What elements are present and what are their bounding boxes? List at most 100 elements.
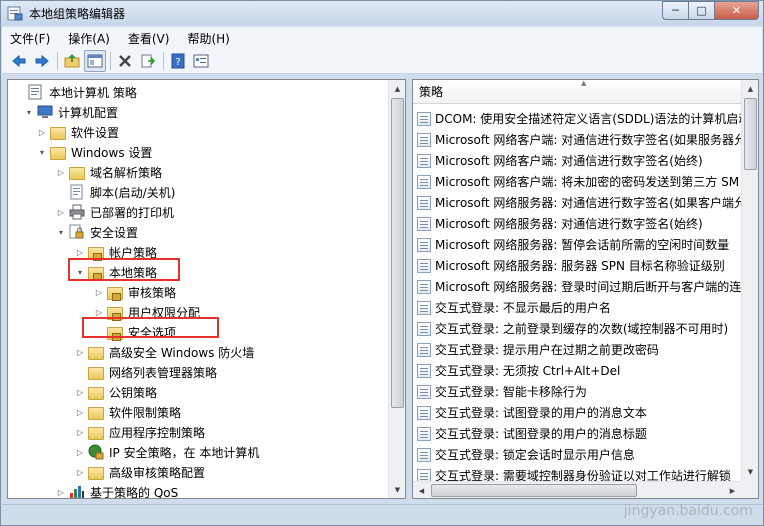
console-tree-pane[interactable]: 本地计算机 策略 ▾ 计算机配置 ▷ 软件设置 ▾ Windows 设置 ▷ 域名解析策略 脚本(…	[7, 79, 406, 499]
column-header-policy[interactable]: ▲ 策略	[413, 80, 743, 104]
close-button[interactable]: ✕	[715, 1, 759, 20]
policy-setting-icon	[417, 300, 431, 315]
computer-policy-icon	[28, 84, 42, 100]
toolbar-separator	[57, 52, 58, 70]
tree-scroll-thumb[interactable]	[391, 98, 404, 408]
show-hide-tree-button[interactable]	[84, 50, 106, 72]
policy-list-item[interactable]: Microsoft 网络服务器: 对通信进行数字签名(如果客户端允	[417, 192, 746, 213]
menu-view[interactable]: 查看(V)	[128, 30, 170, 47]
tree-item[interactable]: ▷ 公钥策略	[74, 382, 157, 402]
folder-icon	[88, 406, 104, 420]
help-icon: ?	[171, 53, 185, 69]
up-one-level-button[interactable]	[61, 50, 83, 72]
policy-list-item[interactable]: Microsoft 网络客户端: 将未加密的密码发送到第三方 SM	[417, 171, 739, 192]
forward-arrow-icon	[35, 54, 49, 68]
tree-item[interactable]: ▷ 高级安全 Windows 防火墙	[74, 342, 254, 362]
collapse-triangle-icon[interactable]: ▾	[36, 146, 48, 158]
properties-button[interactable]	[190, 50, 212, 72]
tree-item[interactable]: ▷ 软件限制策略	[74, 402, 181, 422]
folder-icon	[88, 346, 104, 360]
policy-name: Microsoft 网络服务器: 暂停会话前所需的空闲时间数量	[435, 238, 730, 252]
policy-list-item[interactable]: 交互式登录: 之前登录到缓存的次数(域控制器不可用时)	[417, 318, 728, 339]
policy-list-item[interactable]: Microsoft 网络服务器: 对通信进行数字签名(始终)	[417, 213, 703, 234]
expand-triangle-icon[interactable]: ▷	[55, 206, 67, 218]
policy-setting-icon	[417, 216, 431, 231]
policy-list-item[interactable]: DCOM: 使用安全描述符定义语言(SDDL)语法的计算机启动	[417, 108, 750, 129]
tree-item-label: 审核策略	[128, 285, 177, 300]
policy-list-item[interactable]: Microsoft 网络服务器: 暂停会话前所需的空闲时间数量	[417, 234, 729, 255]
expand-triangle-icon[interactable]: ▷	[55, 486, 67, 498]
menu-file[interactable]: 文件(F)	[10, 30, 50, 47]
policy-list-item[interactable]: Microsoft 网络服务器: 服务器 SPN 目标名称验证级别	[417, 255, 725, 276]
scroll-left-icon[interactable]: ◀	[413, 482, 430, 498]
details-list-pane[interactable]: ▲ 策略 DCOM: 使用安全描述符定义语言(SDDL)语法的计算机启动 Micr…	[412, 79, 759, 499]
expand-triangle-icon[interactable]: ▷	[55, 166, 67, 178]
folder-icon	[50, 146, 66, 160]
tree-item[interactable]: ▷ 高级审核策略配置	[74, 462, 205, 482]
policy-name: 交互式登录: 智能卡移除行为	[435, 385, 587, 399]
tree-vertical-scrollbar[interactable]: ▲ ▼	[388, 80, 405, 498]
forward-button[interactable]	[31, 50, 53, 72]
scroll-right-icon[interactable]: ▶	[724, 482, 741, 498]
delete-button[interactable]	[114, 50, 136, 72]
policy-list-item[interactable]: 交互式登录: 试图登录的用户的消息文本	[417, 402, 647, 423]
policy-list-item[interactable]: Microsoft 网络客户端: 对通信进行数字签名(如果服务器允	[417, 129, 746, 150]
policy-list-item[interactable]: Microsoft 网络客户端: 对通信进行数字签名(始终)	[417, 150, 703, 171]
scroll-down-icon[interactable]: ▼	[742, 463, 758, 480]
scroll-up-icon[interactable]: ▲	[389, 80, 405, 97]
expand-triangle-icon[interactable]: ▷	[74, 466, 86, 478]
tree-item[interactable]: ▾ 计算机配置	[23, 102, 118, 122]
policy-name: 交互式登录: 锁定会话时显示用户信息	[435, 448, 635, 462]
tree-item[interactable]: 脚本(启动/关机)	[55, 182, 175, 202]
maximize-icon: □	[696, 4, 707, 17]
expand-triangle-icon[interactable]: ▷	[74, 406, 86, 418]
tree-item[interactable]: ▷ 基于策略的 QoS	[55, 482, 178, 498]
collapse-triangle-icon[interactable]: ▾	[55, 226, 67, 238]
expand-triangle-icon[interactable]: ▷	[74, 346, 86, 358]
collapse-triangle-icon[interactable]: ▾	[23, 106, 35, 118]
tree-item[interactable]: ▷ 域名解析策略	[55, 162, 162, 182]
list-horizontal-scrollbar[interactable]: ◀ ▶	[413, 481, 741, 498]
tree-item[interactable]: 本地计算机 策略	[14, 82, 137, 102]
policy-list-item[interactable]: Microsoft 网络服务器: 登录时间过期后断开与客户端的连	[417, 276, 741, 297]
expand-triangle-icon[interactable]: ▷	[74, 426, 86, 438]
policy-name: 交互式登录: 试图登录的用户的消息文本	[435, 406, 647, 420]
tree-item[interactable]: ▷ 已部署的打印机	[55, 202, 174, 222]
computer-icon	[37, 105, 53, 118]
scroll-corner	[740, 480, 758, 498]
title-bar[interactable]: 本地组策略编辑器 ─ □ ✕	[1, 1, 763, 25]
export-list-button[interactable]	[137, 50, 159, 72]
menu-help[interactable]: 帮助(H)	[187, 30, 229, 47]
list-hscroll-thumb[interactable]	[431, 484, 637, 497]
help-button[interactable]: ?	[167, 50, 189, 72]
list-vertical-scrollbar[interactable]: ▲ ▼	[741, 80, 758, 480]
policy-list-item[interactable]: 交互式登录: 无须按 Ctrl+Alt+Del	[417, 360, 620, 381]
no-expander	[55, 186, 67, 198]
policy-list-item[interactable]: 交互式登录: 不显示最后的用户名	[417, 297, 611, 318]
expand-triangle-icon[interactable]: ▷	[93, 286, 105, 298]
back-button[interactable]	[8, 50, 30, 72]
tree-item[interactable]: 网络列表管理器策略	[74, 362, 217, 382]
policy-list-item[interactable]: 交互式登录: 试图登录的用户的消息标题	[417, 423, 647, 444]
policy-list-item[interactable]: 交互式登录: 智能卡移除行为	[417, 381, 587, 402]
maximize-button[interactable]: □	[689, 1, 715, 20]
minimize-button[interactable]: ─	[662, 1, 689, 20]
policy-list-item[interactable]: 交互式登录: 提示用户在过期之前更改密码	[417, 339, 659, 360]
tree-item[interactable]: ▾ 安全设置	[55, 222, 138, 242]
tree-item[interactable]: ▾ Windows 设置	[36, 142, 152, 162]
tree-item[interactable]: ▷ 审核策略	[93, 282, 176, 302]
scroll-up-icon[interactable]: ▲	[742, 80, 758, 97]
window-title: 本地组策略编辑器	[29, 7, 126, 21]
menu-action[interactable]: 操作(A)	[68, 30, 110, 47]
scroll-down-icon[interactable]: ▼	[389, 481, 405, 498]
tree-item[interactable]: ▷ IP 安全策略，在 本地计算机	[74, 442, 259, 462]
folder-icon	[88, 366, 104, 380]
policy-list-item[interactable]: 交互式登录: 锁定会话时显示用户信息	[417, 444, 635, 465]
expand-triangle-icon[interactable]: ▷	[74, 246, 86, 258]
expand-triangle-icon[interactable]: ▷	[36, 126, 48, 138]
expand-triangle-icon[interactable]: ▷	[74, 446, 86, 458]
tree-item[interactable]: ▷ 应用程序控制策略	[74, 422, 205, 442]
expand-triangle-icon[interactable]: ▷	[74, 386, 86, 398]
tree-item[interactable]: ▷ 软件设置	[36, 122, 119, 142]
list-scroll-thumb[interactable]	[744, 98, 757, 170]
